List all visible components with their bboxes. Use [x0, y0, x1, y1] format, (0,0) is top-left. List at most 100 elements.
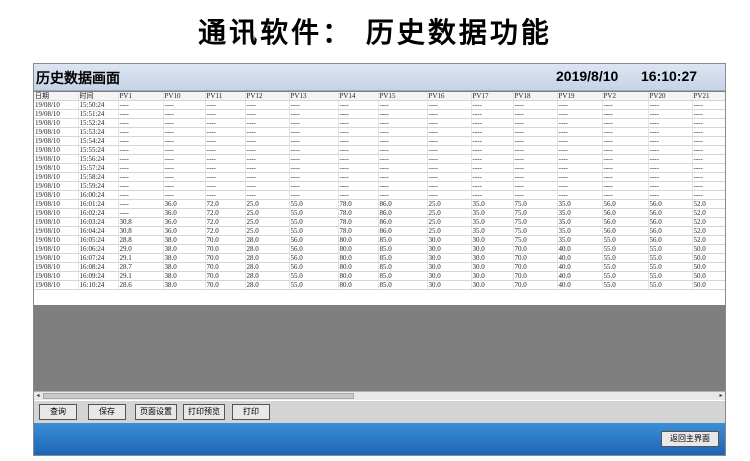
table-cell: ---- [245, 118, 290, 128]
table-row[interactable]: 19/08/10 15:52:24 ---- ---- ---- ---- ---- ----… [34, 118, 725, 128]
table-row[interactable]: 19/08/10 15:53:24 ---- ---- ---- ---- ---- ----… [34, 127, 725, 137]
table-cell: ---- [557, 190, 603, 200]
table-row[interactable]: 19/08/10 16:01:24 ---- 36.0 72.0 25.0 55.0 78.0… [34, 199, 725, 209]
column-header[interactable]: PV16 [427, 92, 472, 101]
table-cell: 30.8 [118, 217, 164, 227]
table-cell: ---- [692, 163, 725, 173]
table-cell: ---- [648, 136, 693, 146]
table-row[interactable]: 19/08/10 15:58:24 ---- ---- ---- ---- ---- ----… [34, 172, 725, 182]
table-cell: 70.0 [205, 235, 246, 245]
table-cell: 30.0 [427, 262, 472, 272]
table-cell: 38.0 [163, 262, 206, 272]
table-cell: 15:56:24 [78, 154, 119, 164]
table-cell: 86.0 [378, 226, 428, 236]
table-cell: 16:09:24 [78, 271, 119, 281]
table-row[interactable]: 19/08/10 15:55:24 ---- ---- ---- ---- ---- ----… [34, 145, 725, 155]
table-cell: 19/08/10 [34, 136, 79, 146]
table-cell: 30.0 [427, 280, 472, 290]
table-cell: 30.0 [427, 253, 472, 263]
history-data-grid[interactable]: 日期 时间 PV1 PV10 PV11 PV12 PV13 PV14 PV15 PV16 PV17 P… [34, 92, 725, 305]
table-row[interactable]: 19/08/10 15:50:24 ---- ---- ---- ---- ---- ----… [34, 100, 725, 110]
table-row[interactable]: 19/08/10 16:10:24 28.6 38.0 70.0 28.0 55.0 80.0… [34, 280, 725, 290]
table-cell: ---- [338, 136, 379, 146]
horizontal-scrollbar[interactable]: ◂ ▸ [34, 391, 725, 400]
table-cell: 70.0 [205, 262, 246, 272]
table-cell: 80.0 [338, 262, 379, 272]
table-cell: 56.0 [289, 244, 339, 254]
column-header[interactable]: PV13 [289, 92, 339, 101]
column-header[interactable]: PV18 [513, 92, 558, 101]
save-button[interactable]: 保存 [88, 404, 126, 420]
table-cell: ---- [692, 190, 725, 200]
table-row[interactable]: 19/08/10 16:03:24 30.8 36.0 72.0 25.0 55.0 78.0… [34, 217, 725, 227]
table-row[interactable]: 19/08/10 16:08:24 28.7 38.0 70.0 28.0 56.0 80.0… [34, 262, 725, 272]
table-cell: ---- [471, 109, 514, 119]
table-cell: 25.0 [427, 226, 472, 236]
table-cell: 28.6 [118, 280, 164, 290]
table-row[interactable]: 19/08/10 15:59:24 ---- ---- ---- ---- ---- ----… [34, 181, 725, 191]
column-header[interactable]: PV10 [163, 92, 206, 101]
column-header[interactable]: 日期 [34, 92, 79, 101]
return-main-button[interactable]: 返回主界面 [661, 431, 719, 447]
table-cell: 40.0 [557, 244, 603, 254]
table-cell: 86.0 [378, 217, 428, 227]
table-cell: ---- [471, 154, 514, 164]
table-cell: 85.0 [378, 262, 428, 272]
query-button[interactable]: 查询 [39, 404, 77, 420]
table-cell: 40.0 [557, 253, 603, 263]
table-row[interactable]: 19/08/10 15:54:24 ---- ---- ---- ---- ---- ----… [34, 136, 725, 146]
table-cell: 55.0 [289, 217, 339, 227]
table-row[interactable]: 19/08/10 16:00:24 ---- ---- ---- ---- ---- ----… [34, 190, 725, 200]
page-setup-button[interactable]: 页面设置 [135, 404, 177, 420]
table-cell: 16:00:24 [78, 190, 119, 200]
table-cell: 15:51:24 [78, 109, 119, 119]
table-cell: 70.0 [513, 271, 558, 281]
print-preview-button[interactable]: 打印预览 [183, 404, 225, 420]
scroll-left-arrow-icon[interactable]: ◂ [34, 392, 42, 400]
column-header[interactable]: PV17 [471, 92, 514, 101]
column-header[interactable]: PV19 [557, 92, 603, 101]
column-header[interactable]: 时间 [78, 92, 119, 101]
table-header-row: 日期 时间 PV1 PV10 PV11 PV12 PV13 PV14 PV15 PV16 PV17 P… [34, 92, 725, 101]
scroll-right-arrow-icon[interactable]: ▸ [717, 392, 725, 400]
table-cell: 15:58:24 [78, 172, 119, 182]
table-cell: 55.0 [289, 280, 339, 290]
column-header[interactable]: PV2 [602, 92, 649, 101]
table-cell: ---- [289, 100, 339, 110]
table-cell: ---- [338, 181, 379, 191]
table-cell: ---- [118, 109, 164, 119]
table-cell: ---- [471, 190, 514, 200]
table-cell: 19/08/10 [34, 190, 79, 200]
table-cell: 19/08/10 [34, 109, 79, 119]
table-row[interactable]: 19/08/10 16:07:24 29.1 38.0 70.0 28.0 56.0 80.0… [34, 253, 725, 263]
table-cell: ---- [648, 172, 693, 182]
column-header[interactable]: PV1 [118, 92, 164, 101]
table-cell: 52.0 [692, 235, 725, 245]
column-header[interactable]: PV12 [245, 92, 290, 101]
table-cell: 15:50:24 [78, 100, 119, 110]
table-cell: 56.0 [289, 253, 339, 263]
column-header[interactable]: PV14 [338, 92, 379, 101]
scrollbar-thumb[interactable] [43, 393, 354, 399]
table-row[interactable]: 19/08/10 15:51:24 ---- ---- ---- ---- ---- ----… [34, 109, 725, 119]
table-row[interactable]: 19/08/10 16:04:24 30.8 36.0 72.0 25.0 55.0 78.0… [34, 226, 725, 236]
table-cell: ---- [289, 163, 339, 173]
table-cell: ---- [427, 100, 472, 110]
table-row[interactable]: 19/08/10 16:02:24 ---- 36.0 72.0 25.0 55.0 78.0… [34, 208, 725, 218]
column-header[interactable]: PV20 [648, 92, 693, 101]
table-cell: 70.0 [205, 271, 246, 281]
table-row[interactable]: 19/08/10 16:09:24 29.1 38.0 70.0 28.0 55.0 80.0… [34, 271, 725, 281]
table-cell: 52.0 [692, 226, 725, 236]
table-row[interactable]: 19/08/10 16:06:24 29.0 38.0 70.0 28.0 56.0 80.0… [34, 244, 725, 254]
table-cell: 75.0 [513, 226, 558, 236]
column-header[interactable]: PV15 [378, 92, 428, 101]
print-button[interactable]: 打印 [232, 404, 270, 420]
column-header[interactable]: PV11 [205, 92, 246, 101]
table-row[interactable]: 19/08/10 15:57:24 ---- ---- ---- ---- ---- ----… [34, 163, 725, 173]
table-cell: ---- [513, 127, 558, 137]
table-cell: ---- [557, 154, 603, 164]
column-header[interactable]: PV21 [692, 92, 725, 101]
table-row[interactable]: 19/08/10 15:56:24 ---- ---- ---- ---- ---- ----… [34, 154, 725, 164]
table-row[interactable]: 19/08/10 16:05:24 28.8 38.0 70.0 28.0 56.0 80.0… [34, 235, 725, 245]
table-cell: ---- [163, 118, 206, 128]
